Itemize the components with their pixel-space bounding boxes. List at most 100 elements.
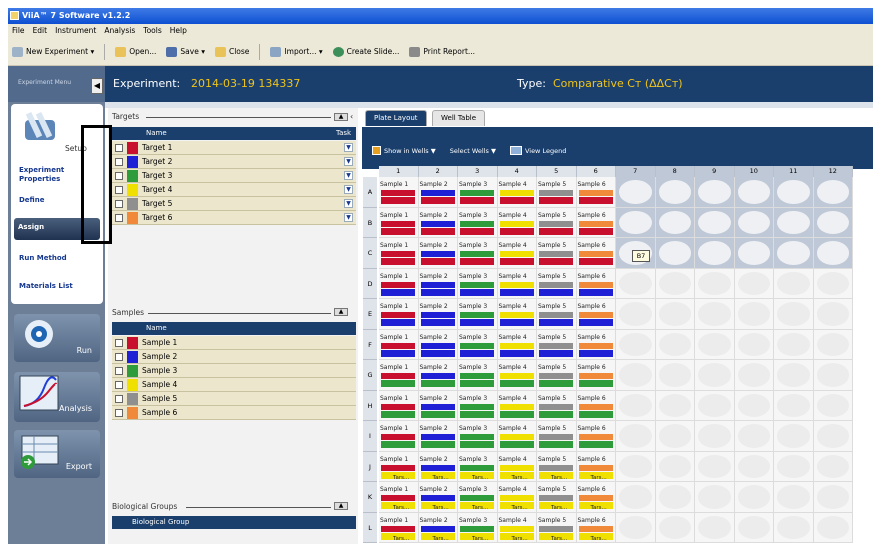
plate-well-assigned[interactable]: Sample 3 <box>458 299 498 330</box>
plate-well-assigned[interactable]: Sample 2 Tars... <box>418 451 458 482</box>
sample-color-swatch[interactable] <box>127 351 138 363</box>
materials-list-link[interactable]: Materials List <box>19 282 73 290</box>
plate-well-empty[interactable] <box>695 451 735 482</box>
plate-well-empty[interactable] <box>616 512 656 543</box>
plate-well-assigned[interactable]: Sample 6 <box>576 360 616 391</box>
menu-edit[interactable]: Edit <box>33 26 48 36</box>
sample-row[interactable]: Sample 5 <box>112 392 356 406</box>
plate-well-assigned[interactable]: Sample 5 <box>537 268 577 299</box>
plate-well-empty[interactable] <box>655 207 695 238</box>
target-checkbox[interactable] <box>115 172 123 180</box>
print-report-button[interactable]: Print Report... <box>409 46 475 57</box>
target-color-swatch[interactable] <box>127 212 138 224</box>
show-in-wells-dropdown[interactable]: Show in Wells ▼ <box>372 146 436 155</box>
target-checkbox[interactable] <box>115 144 123 152</box>
plate-well-assigned[interactable]: Sample 3 <box>458 421 498 452</box>
plate-well-empty[interactable] <box>813 329 853 360</box>
plate-well-empty[interactable] <box>695 329 735 360</box>
target-row[interactable]: Target 1 ▼ <box>112 141 356 155</box>
plate-column-header[interactable]: 6 <box>576 166 616 177</box>
plate-well-assigned[interactable]: Sample 6 <box>576 207 616 238</box>
plate-well-empty[interactable] <box>774 421 814 452</box>
target-name[interactable]: Target 5 <box>142 199 172 208</box>
plate-well-empty[interactable] <box>813 207 853 238</box>
target-row[interactable]: Target 3 ▼ <box>112 169 356 183</box>
plate-well-empty[interactable] <box>695 482 735 513</box>
plate-well-empty[interactable] <box>734 390 774 421</box>
sample-checkbox[interactable] <box>115 395 123 403</box>
plate-well-empty[interactable] <box>655 329 695 360</box>
sample-color-swatch[interactable] <box>127 337 138 349</box>
sample-row[interactable]: Sample 4 <box>112 378 356 392</box>
plate-well-empty[interactable] <box>616 177 656 208</box>
plate-well-assigned[interactable]: Sample 5 <box>537 299 577 330</box>
plate-column-header[interactable]: 1 <box>379 166 419 177</box>
target-name[interactable]: Target 1 <box>142 143 172 152</box>
plate-well-assigned[interactable]: Sample 6 <box>576 421 616 452</box>
analysis-button[interactable]: Analysis <box>14 372 100 422</box>
plate-row-header[interactable]: D <box>363 268 377 299</box>
plate-well-assigned[interactable]: Sample 4 <box>497 329 537 360</box>
export-button[interactable]: Export <box>14 430 100 478</box>
plate-row-header[interactable]: K <box>363 482 377 513</box>
targets-collapse-button[interactable]: ▲ <box>334 113 348 121</box>
target-name[interactable]: Target 4 <box>142 185 172 194</box>
plate-well-empty[interactable] <box>813 421 853 452</box>
plate-well-assigned[interactable]: Sample 2 <box>418 329 458 360</box>
target-row[interactable]: Target 5 ▼ <box>112 197 356 211</box>
run-method-link[interactable]: Run Method <box>19 254 67 262</box>
plate-row-header[interactable]: I <box>363 421 377 452</box>
plate-well-empty[interactable] <box>774 451 814 482</box>
sample-name[interactable]: Sample 5 <box>142 394 177 403</box>
plate-well-assigned[interactable]: Sample 4 Tars... <box>497 482 537 513</box>
plate-row-header[interactable]: H <box>363 390 377 421</box>
sample-name[interactable]: Sample 3 <box>142 366 177 375</box>
plate-well-assigned[interactable]: Sample 4 <box>497 421 537 452</box>
target-checkbox[interactable] <box>115 186 123 194</box>
plate-column-header[interactable]: 3 <box>458 166 498 177</box>
plate-well-assigned[interactable]: Sample 3 Tars... <box>458 512 498 543</box>
plate-well-empty[interactable] <box>734 482 774 513</box>
plate-well-empty[interactable] <box>695 177 735 208</box>
save-button[interactable]: Save ▾ <box>166 46 205 57</box>
experiment-properties-link[interactable]: Experiment Properties <box>19 166 71 184</box>
create-slide-button[interactable]: Create Slide... <box>332 46 399 57</box>
plate-well-assigned[interactable]: Sample 4 <box>497 207 537 238</box>
plate-well-empty[interactable] <box>616 299 656 330</box>
target-checkbox[interactable] <box>115 214 123 222</box>
plate-well-empty[interactable] <box>813 482 853 513</box>
sample-name[interactable]: Sample 1 <box>142 338 177 347</box>
plate-well-empty[interactable] <box>774 360 814 391</box>
plate-well-empty[interactable] <box>813 177 853 208</box>
menu-instrument[interactable]: Instrument <box>55 26 96 36</box>
menu-file[interactable]: File <box>12 26 25 36</box>
sample-checkbox[interactable] <box>115 409 123 417</box>
plate-well-empty[interactable] <box>655 268 695 299</box>
plate-well-assigned[interactable]: Sample 4 <box>497 299 537 330</box>
sample-row[interactable]: Sample 2 <box>112 350 356 364</box>
plate-well-empty[interactable] <box>734 421 774 452</box>
plate-well-assigned[interactable]: Sample 2 <box>418 268 458 299</box>
target-name[interactable]: Target 3 <box>142 171 172 180</box>
sample-checkbox[interactable] <box>115 381 123 389</box>
plate-well-assigned[interactable]: Sample 2 <box>418 299 458 330</box>
task-dropdown[interactable]: ▼ <box>344 185 353 194</box>
plate-row-header[interactable]: C <box>363 238 377 269</box>
plate-well-empty[interactable] <box>655 390 695 421</box>
sample-row[interactable]: Sample 6 <box>112 406 356 420</box>
bio-groups-collapse-button[interactable]: ▲ <box>334 502 348 510</box>
plate-column-header[interactable]: 4 <box>497 166 537 177</box>
plate-well-assigned[interactable]: Sample 2 <box>418 390 458 421</box>
plate-well-empty[interactable] <box>734 207 774 238</box>
plate-well-assigned[interactable]: Sample 5 <box>537 421 577 452</box>
sample-checkbox[interactable] <box>115 339 123 347</box>
plate-row-header[interactable]: J <box>363 451 377 482</box>
plate-well-assigned[interactable]: Sample 4 <box>497 268 537 299</box>
plate-well-empty[interactable] <box>695 268 735 299</box>
plate-well-empty[interactable] <box>813 360 853 391</box>
collapse-nav-button[interactable]: ◀ <box>91 78 103 94</box>
target-row[interactable]: Target 2 ▼ <box>112 155 356 169</box>
plate-well-empty[interactable] <box>774 207 814 238</box>
sample-checkbox[interactable] <box>115 367 123 375</box>
run-button[interactable]: Run <box>14 314 100 362</box>
